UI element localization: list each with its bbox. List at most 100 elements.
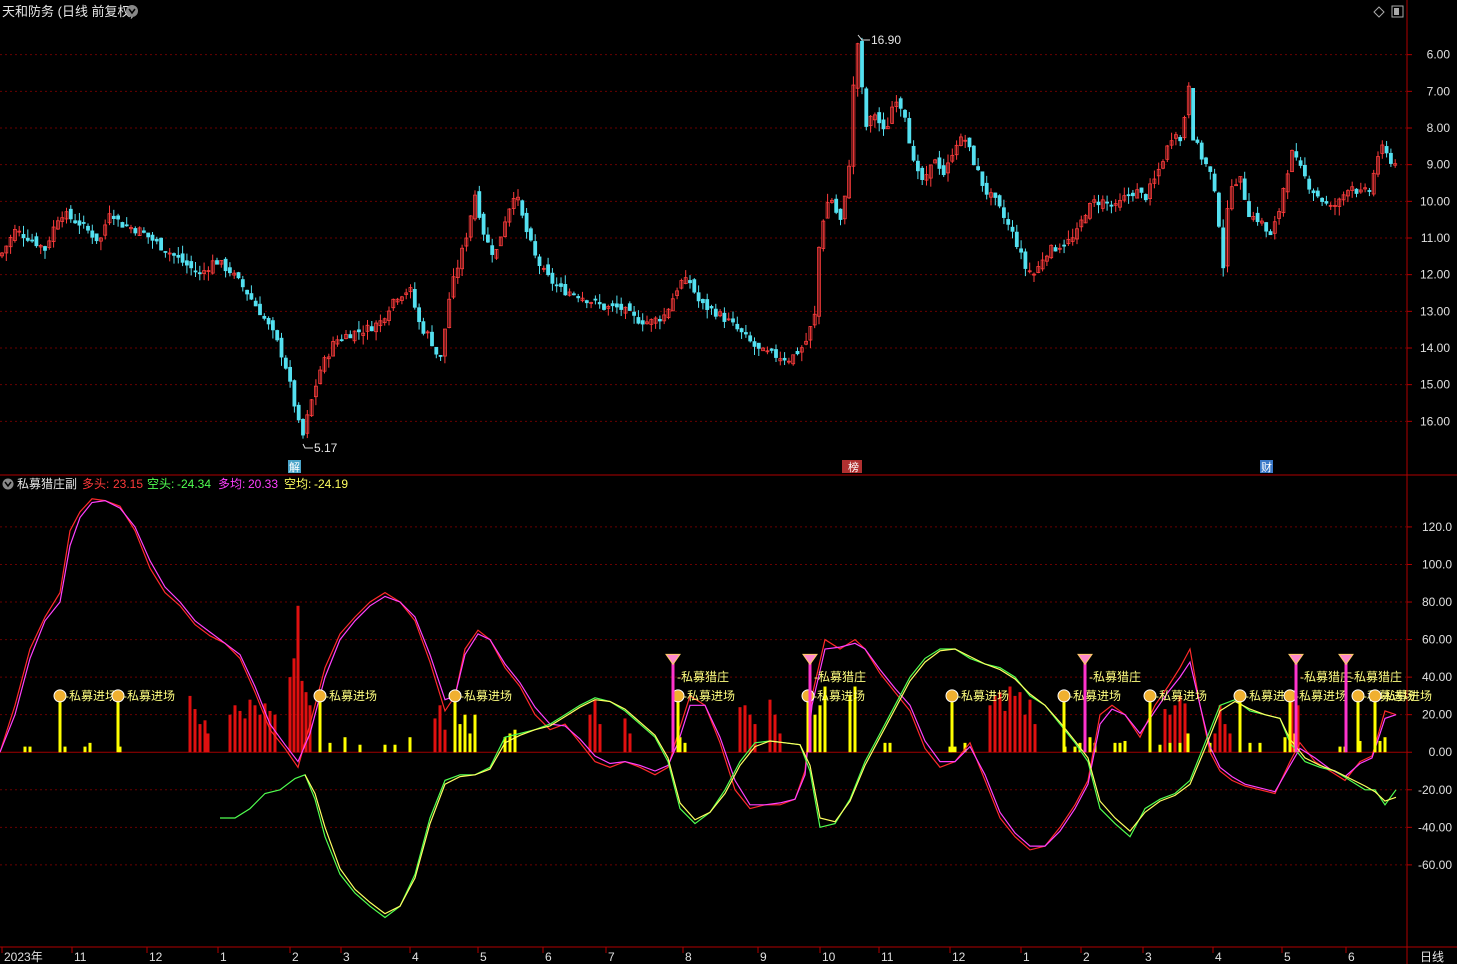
candle-body: [288, 366, 293, 382]
candle-body: [172, 253, 176, 256]
duojun-value: 20.33: [248, 477, 278, 491]
signal-bar: [1113, 742, 1117, 753]
enter-signal-label: -私募进场: [123, 689, 175, 703]
candle-body: [159, 237, 164, 251]
candle-body: [1109, 204, 1114, 207]
event-marker-cai[interactable]: 财: [1260, 460, 1273, 474]
candle-body: [412, 289, 417, 308]
signal-bar: [818, 705, 822, 753]
signal-bar: [1383, 737, 1387, 753]
candle-body: [417, 307, 422, 323]
candle-body: [554, 284, 559, 287]
candle-body: [976, 166, 980, 171]
time-tick-label: 1: [220, 950, 227, 964]
candle-body: [1195, 139, 1200, 143]
event-marker-jie[interactable]: 解: [288, 460, 301, 474]
signal-bar: [683, 742, 687, 753]
candle-body: [658, 319, 662, 322]
indicator-tick-label: 120.0: [1422, 520, 1452, 534]
enter-signal-label: -私募进场: [813, 689, 865, 703]
signal-bar: [1073, 746, 1077, 753]
candle-body: [81, 222, 86, 224]
indicator-tick-label: -20.00: [1418, 783, 1452, 797]
candle-body: [584, 300, 589, 304]
candle-body: [1143, 194, 1148, 201]
candle-body: [1006, 219, 1011, 225]
kongtou-value: -24.34: [177, 477, 211, 491]
svg-text:私募猎庄副 多头: 23.15: 私募猎庄副 多头: 23.15 空头: -24.34 多均: 20.33 空均:…: [17, 476, 348, 491]
candle-body: [898, 98, 903, 109]
multi-bar: [443, 729, 447, 753]
chart-title: 天和防务 (日线 前复权): [2, 4, 135, 19]
candle-body: [90, 230, 95, 238]
candle-body: [705, 299, 710, 310]
price-tick-label: 12.00: [1420, 268, 1450, 282]
multi-bar: [1213, 733, 1217, 753]
candle-body: [184, 260, 189, 266]
candle-body: [301, 418, 305, 436]
signal-bar: [458, 724, 462, 753]
candle-body: [692, 279, 697, 293]
candle-body: [21, 234, 26, 239]
candle-body: [150, 234, 155, 241]
candle-body: [1247, 201, 1251, 218]
time-tick-label: 5: [480, 950, 487, 964]
chart-canvas: -私募进场 -私募进场 -私募进场 -私募进场 -私募进场 -私募进场 -私募进场 -私募进场…: [0, 0, 1457, 964]
price-tick-label: 6.00: [1427, 48, 1451, 62]
multi-bar: [243, 718, 247, 753]
title-dropdown-icon[interactable]: [126, 5, 138, 17]
signal-bar: [1158, 744, 1162, 753]
candle-body: [1389, 152, 1393, 164]
indicator-dropdown-icon[interactable]: [2, 478, 14, 490]
time-tick-label: 2: [1083, 950, 1090, 964]
candle-body: [68, 208, 73, 220]
signal-bar: [953, 746, 957, 753]
candle-body: [916, 160, 920, 172]
candle-body: [834, 198, 839, 213]
signal-bar: [393, 744, 397, 753]
time-tick-label: 12: [149, 950, 163, 964]
hunt-signal-label: -私募猎庄: [1089, 669, 1141, 684]
candle-body: [903, 109, 907, 118]
period-button[interactable]: 日线: [1408, 948, 1457, 964]
candle-body: [769, 348, 774, 351]
multi-bar: [993, 695, 997, 753]
candle-body: [1221, 227, 1226, 269]
signal-bar: [1168, 742, 1172, 753]
candle-body: [640, 320, 645, 325]
candle-body: [477, 191, 482, 218]
candle-body: [980, 171, 985, 186]
signal-bar: [1283, 737, 1287, 753]
indicator-tick-label: 40.00: [1422, 670, 1452, 684]
multi-bar: [206, 733, 210, 753]
signal-bar: [1123, 740, 1127, 753]
candle-body: [993, 192, 998, 198]
signal-bar: [1248, 742, 1252, 753]
signal-bar: [848, 695, 852, 753]
indicator-tick-label: 60.00: [1422, 633, 1452, 647]
candle-body: [576, 296, 581, 299]
enter-signal-label: -私募进场: [325, 689, 377, 703]
candle-body: [163, 251, 168, 253]
candle-body: [877, 112, 882, 124]
candle-body: [296, 404, 301, 421]
candle-body: [227, 267, 232, 274]
event-marker-bang[interactable]: 榜: [842, 460, 862, 474]
candle-body: [197, 272, 202, 275]
multi-bar: [748, 714, 752, 753]
signal-bar: [88, 742, 92, 753]
multi-bar: [238, 710, 242, 753]
signal-bar: [1088, 737, 1092, 753]
candle-body: [1002, 207, 1006, 218]
enter-signal-label: -私募进场: [1155, 689, 1207, 703]
candle-body: [1217, 192, 1221, 227]
multi-bar: [203, 720, 207, 753]
enter-signal-label: -私募进场: [683, 689, 735, 703]
price-tick-label: 16.00: [1420, 414, 1450, 428]
time-tick-label: 1: [1023, 950, 1030, 964]
candle-body: [1208, 166, 1213, 172]
candle-body: [223, 258, 228, 272]
indicator-tick-label: -60.00: [1418, 858, 1452, 872]
candle-body: [270, 320, 275, 331]
multi-bar: [1033, 724, 1037, 753]
